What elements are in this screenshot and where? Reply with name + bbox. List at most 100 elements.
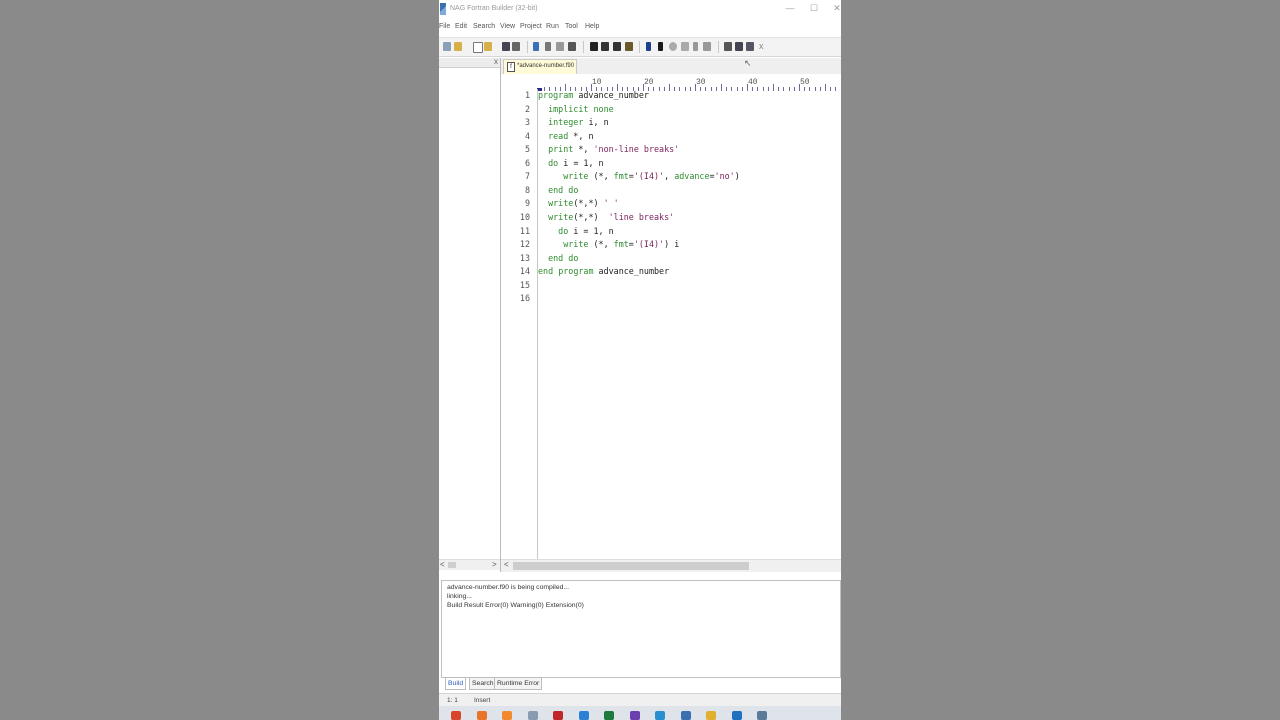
line-code[interactable]: write(*,*) 'line breaks' <box>538 211 674 224</box>
line-code[interactable]: implicit none <box>538 103 614 116</box>
line-number: 15 <box>519 279 530 290</box>
cut-icon[interactable] <box>545 42 551 51</box>
editor-scrollbar[interactable]: < <box>501 559 841 572</box>
scroll-left-icon[interactable]: < <box>440 560 445 569</box>
taskbar-app-icon[interactable] <box>655 711 665 720</box>
taskbar-app-icon[interactable] <box>527 711 538 720</box>
tile-icon[interactable] <box>703 42 711 51</box>
output-tabs: Build Search Runtime Error <box>443 677 841 690</box>
taskbar-app-icon[interactable] <box>731 711 742 720</box>
toolbar-close-icon[interactable]: x <box>759 41 764 51</box>
menu-search[interactable]: Search <box>473 23 495 30</box>
stop-icon[interactable] <box>693 42 698 51</box>
ruler-number: 10 <box>592 78 602 87</box>
line-code[interactable]: integer i, n <box>538 116 609 129</box>
scroll-thumb[interactable] <box>513 562 749 570</box>
taskbar-app-icon[interactable] <box>553 711 563 720</box>
line-code[interactable]: read *, n <box>538 130 593 143</box>
find-prev-icon[interactable] <box>613 42 621 51</box>
line-code[interactable]: end do <box>538 184 578 197</box>
line-number: 4 <box>524 130 530 141</box>
tab-build[interactable]: Build <box>445 677 467 690</box>
output-line: Build Result Error(0) Warning(0) Extensi… <box>447 602 584 609</box>
line-code[interactable]: write(*,*) ' ' <box>538 197 619 210</box>
menu-view[interactable]: View <box>500 23 515 30</box>
status-bar: 1: 1 Insert <box>439 693 841 707</box>
line-code[interactable]: do i = 1, n <box>538 157 604 170</box>
toolbar: x <box>439 37 841 57</box>
mouse-cursor-icon: ↖ <box>744 58 752 68</box>
ruler-tick <box>663 87 665 91</box>
menu-file[interactable]: File <box>439 23 450 30</box>
ruler-tick <box>773 84 774 91</box>
toolbar-separator <box>718 41 719 53</box>
project-panel-scrollbar[interactable]: < > <box>439 559 500 570</box>
menu-project[interactable]: Project <box>520 23 542 30</box>
window2-icon[interactable] <box>735 42 743 51</box>
ruler-tick <box>726 87 728 91</box>
print-icon[interactable] <box>512 42 520 51</box>
menu-help[interactable]: Help <box>585 23 599 30</box>
cursor-position: 1: 1 <box>447 697 458 704</box>
menu-edit[interactable]: Edit <box>455 23 467 30</box>
find-next-icon[interactable] <box>601 42 609 51</box>
taskbar-app-icon[interactable] <box>629 711 640 720</box>
line-number: 12 <box>519 239 530 250</box>
line-code[interactable]: end program advance_number <box>538 265 669 278</box>
line-code[interactable]: print *, 'non-line breaks' <box>538 143 679 156</box>
line-code[interactable]: program advance_number <box>538 89 649 102</box>
open-file-icon[interactable] <box>484 42 492 51</box>
new-file-icon[interactable] <box>473 42 483 53</box>
editor-tab-strip: f *advance-number.f90 <box>501 58 841 75</box>
taskbar-app-icon[interactable] <box>680 711 691 720</box>
run-icon[interactable] <box>658 42 663 51</box>
paste-icon[interactable] <box>568 42 576 51</box>
taskbar-app-icon[interactable] <box>476 711 487 720</box>
scroll-left-icon[interactable]: < <box>504 560 509 569</box>
ruler-tick <box>679 87 681 91</box>
find-icon[interactable] <box>590 42 598 51</box>
line-number: 2 <box>524 103 530 114</box>
undo-icon[interactable] <box>533 42 539 51</box>
tab-runtime-error[interactable]: Runtime Error <box>494 677 543 690</box>
line-code[interactable]: end do <box>538 252 578 265</box>
scroll-right-icon[interactable]: > <box>492 560 497 569</box>
build-icon[interactable] <box>646 42 651 51</box>
tab-search[interactable]: Search <box>469 677 497 690</box>
line-code[interactable]: do i = 1, n <box>538 225 614 238</box>
taskbar-app-icon[interactable] <box>706 711 716 720</box>
save-icon[interactable] <box>502 42 510 51</box>
line-code[interactable]: write (*, fmt='(I4)') i <box>538 238 679 251</box>
ruler-tick <box>757 87 759 91</box>
tab-advance-number[interactable]: f *advance-number.f90 <box>503 59 577 74</box>
ruler-tick <box>767 87 769 91</box>
menu-tool[interactable]: Tool <box>565 23 578 30</box>
window-icon[interactable] <box>724 42 732 51</box>
toolbar-separator <box>583 41 584 53</box>
app-icon <box>440 3 446 15</box>
copy-icon[interactable] <box>556 42 564 51</box>
replace-icon[interactable] <box>625 42 633 51</box>
title-bar: NAG Fortran Builder (32-bit) — ☐ ✕ <box>439 0 841 20</box>
line-number: 11 <box>519 225 530 236</box>
taskbar-app-icon[interactable] <box>604 711 614 720</box>
close-button[interactable]: ✕ <box>831 3 841 14</box>
taskbar-app-icon[interactable] <box>451 711 461 720</box>
project-panel-close-icon[interactable]: x <box>494 57 498 66</box>
scroll-thumb[interactable] <box>448 562 456 568</box>
code-editor[interactable]: 10 20 30 40 50 1 program advance_number 2 impl… <box>501 74 841 572</box>
taskbar-app-icon[interactable] <box>578 711 589 720</box>
taskbar-app-icon[interactable] <box>757 711 767 720</box>
line-code[interactable]: write (*, fmt='(I4)', advance='no') <box>538 170 740 183</box>
line-number: 14 <box>519 266 530 277</box>
menu-run[interactable]: Run <box>546 23 559 30</box>
new-project-icon[interactable] <box>443 42 451 51</box>
taskbar-app-icon[interactable] <box>502 711 512 720</box>
step-icon[interactable] <box>681 42 689 51</box>
minimize-button[interactable]: — <box>784 3 796 13</box>
open-icon[interactable] <box>454 42 462 51</box>
maximize-button[interactable]: ☐ <box>808 3 820 14</box>
line-number: 6 <box>524 157 530 168</box>
debug-icon[interactable] <box>669 42 677 51</box>
window3-icon[interactable] <box>746 42 754 51</box>
